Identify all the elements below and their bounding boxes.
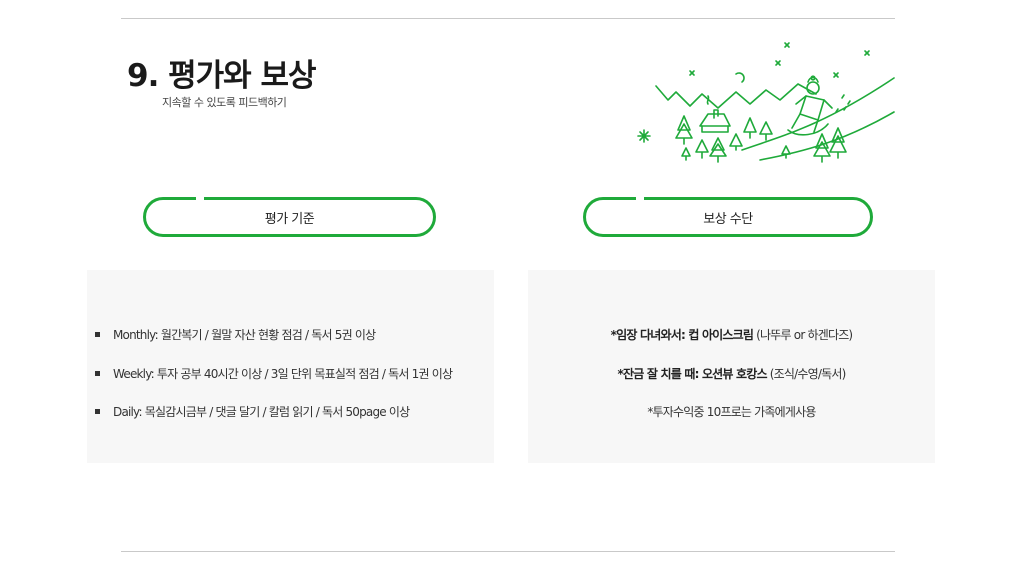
- bullet-icon: [95, 371, 100, 376]
- bottom-divider: [121, 551, 895, 552]
- page-subtitle: 지속할 수 있도록 피드백하기: [162, 96, 287, 109]
- page-title: 9. 평가와 보상: [127, 58, 317, 94]
- reward-item: *임장 다녀와서: 컵 아이스크림 (나뚜루 or 하겐다즈): [610, 328, 853, 342]
- reward-means-label: 보상 수단: [703, 211, 753, 227]
- evaluation-criteria-panel: Monthly: 월간복기 / 월말 자산 현황 점검 / 독서 5권 이상 W…: [87, 270, 494, 463]
- list-item: Weekly: 투자 공부 40시간 이상 / 3일 단위 목표실적 점검 / …: [95, 365, 453, 382]
- bullet-icon: [95, 332, 100, 337]
- reward-item: *투자수익중 10프로는 가족에게사용: [647, 405, 816, 419]
- list-item: Monthly: 월간복기 / 월말 자산 현황 점검 / 독서 5권 이상: [95, 326, 376, 343]
- reward-item: *잔금 잘 치를 때: 오션뷰 호캉스 (조식/수영/독서): [617, 367, 847, 381]
- evaluation-criteria-header: 평가 기준: [143, 196, 436, 237]
- reward-means-panel: *임장 다녀와서: 컵 아이스크림 (나뚜루 or 하겐다즈) *잔금 잘 치를…: [528, 270, 935, 463]
- winter-sledding-illustration: [637, 42, 895, 163]
- bullet-icon: [95, 409, 100, 414]
- top-divider: [121, 18, 895, 19]
- reward-means-header: 보상 수단: [583, 196, 873, 237]
- list-item: Daily: 목실감시금부 / 댓글 달기 / 칼럼 읽기 / 독서 50pag…: [95, 403, 410, 420]
- evaluation-criteria-label: 평가 기준: [264, 211, 315, 227]
